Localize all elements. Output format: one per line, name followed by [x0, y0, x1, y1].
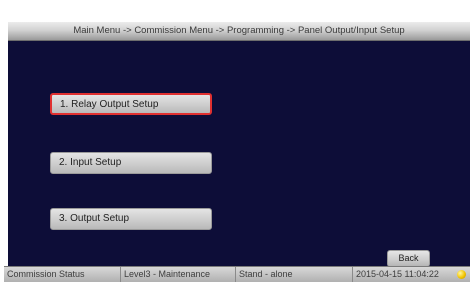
status-lamp-icon — [457, 270, 466, 279]
relay-output-setup-button[interactable]: 1. Relay Output Setup — [50, 93, 212, 115]
datetime: 2015-04-15 11:04:22 — [356, 269, 439, 279]
breadcrumb-text: Main Menu -> Commission Menu -> Programm… — [73, 25, 405, 36]
user-level: Level3 - Maintenance — [121, 267, 236, 282]
input-setup-button[interactable]: 2. Input Setup — [50, 152, 212, 174]
breadcrumb: Main Menu -> Commission Menu -> Programm… — [8, 22, 470, 41]
output-setup-button[interactable]: 3. Output Setup — [50, 208, 212, 230]
back-button[interactable]: Back — [387, 250, 430, 267]
input-setup-label: 2. Input Setup — [59, 157, 122, 168]
status-bar: Commission Status Level3 - Maintenance S… — [4, 266, 470, 282]
hmi-screen: Main Menu -> Commission Menu -> Programm… — [8, 22, 470, 271]
device-frame: Main Menu -> Commission Menu -> Programm… — [0, 0, 474, 286]
relay-output-setup-label: 1. Relay Output Setup — [60, 99, 159, 110]
operating-mode: Stand - alone — [236, 267, 353, 282]
output-setup-label: 3. Output Setup — [59, 213, 130, 224]
commission-status[interactable]: Commission Status — [4, 267, 121, 282]
